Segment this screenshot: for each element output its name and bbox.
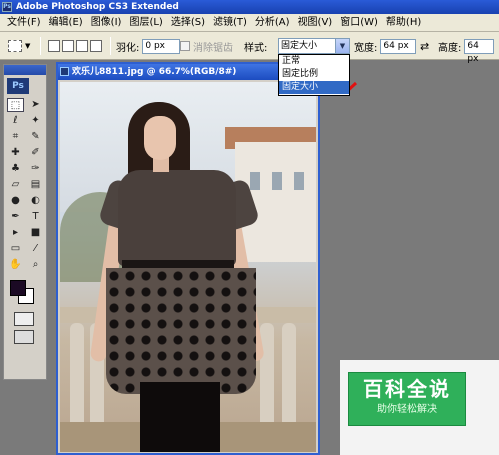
swap-arrows-icon: ⇄ — [420, 39, 430, 53]
feather-group: 羽化: 0 px — [116, 32, 181, 60]
magic-wand-tool-icon[interactable]: ✦ — [27, 114, 44, 128]
style-group: 样式: — [244, 32, 267, 60]
dodge-tool-icon[interactable]: ◐ — [27, 194, 44, 208]
image-canvas[interactable] — [60, 82, 316, 452]
eyedropper-tool-icon[interactable]: ⁄ — [27, 242, 44, 256]
width-label: 宽度: — [354, 42, 378, 54]
marquee-preset-icon — [8, 40, 22, 52]
slice-tool-icon[interactable]: ✎ — [27, 130, 44, 144]
baike-watermark-logo: 百科全说 助你轻松解决 — [348, 372, 466, 426]
photo-dress-top — [118, 170, 236, 266]
style-option-fixed-ratio[interactable]: 固定比例 — [279, 68, 349, 81]
height-input[interactable]: 64 px — [464, 38, 495, 64]
photo-window — [294, 172, 304, 190]
document-window: 欢乐儿8811.jpg @ 66.7%(RGB/8#) — [56, 62, 320, 455]
history-brush-tool-icon[interactable]: ✑ — [27, 162, 44, 176]
menu-image[interactable]: 图像(I) — [87, 14, 126, 32]
style-option-fixed-size[interactable]: 固定大小 — [279, 81, 349, 94]
photo-window — [272, 172, 282, 190]
width-input[interactable]: 64 px — [380, 38, 417, 54]
style-select-box[interactable]: 固定大小 ▼ — [278, 38, 350, 54]
foreground-color-swatch[interactable] — [10, 280, 26, 296]
color-swatches — [8, 278, 46, 306]
chevron-down-icon: ▼ — [25, 42, 31, 50]
antialias-label: 消除锯齿 — [193, 42, 233, 54]
toolbox-header[interactable] — [4, 65, 46, 75]
menu-layer[interactable]: 图层(L) — [125, 14, 166, 32]
style-option-normal[interactable]: 正常 — [279, 55, 349, 68]
menu-view[interactable]: 视图(V) — [294, 14, 337, 32]
intersect-selection-icon[interactable] — [90, 40, 102, 52]
clone-stamp-tool-icon[interactable]: ♣ — [7, 162, 24, 176]
menu-filter[interactable]: 滤镜(T) — [209, 14, 251, 32]
photo-window — [250, 172, 260, 190]
feather-input[interactable]: 0 px — [142, 38, 181, 54]
shape-tool-icon[interactable]: ■ — [27, 226, 44, 240]
photo-baluster — [70, 323, 84, 433]
crop-tool-icon[interactable]: ⌗ — [7, 130, 24, 144]
photo-polka-skirt — [106, 268, 256, 394]
swap-dimensions-button[interactable]: ⇄ — [420, 32, 429, 60]
blur-tool-icon[interactable]: ● — [7, 194, 24, 208]
new-selection-icon[interactable] — [48, 40, 60, 52]
ps-logo[interactable]: Ps — [7, 78, 29, 94]
document-title: 欢乐儿8811.jpg @ 66.7%(RGB/8#) — [72, 67, 237, 77]
hand-tool-icon[interactable]: ✋ — [7, 258, 24, 272]
style-dropdown-list: 正常 固定比例 固定大小 — [278, 54, 350, 96]
selection-mode-group — [48, 32, 102, 60]
photoshop-app-icon: Ps — [2, 2, 12, 12]
add-to-selection-icon[interactable] — [62, 40, 74, 52]
screen-mode-button[interactable] — [14, 330, 34, 344]
photo-face — [144, 116, 176, 160]
path-selection-tool-icon[interactable]: ▸ — [7, 226, 24, 240]
quick-mask-button[interactable] — [14, 312, 34, 326]
type-tool-icon[interactable]: T — [27, 210, 44, 224]
zoom-tool-icon[interactable]: ⌕ — [27, 258, 44, 272]
height-label: 高度: — [438, 42, 462, 54]
watermark-title: 百科全说 — [363, 377, 451, 401]
app-title-bar: Ps Adobe Photoshop CS3 Extended — [0, 0, 499, 14]
photo-baluster — [260, 323, 274, 433]
menu-select[interactable]: 选择(S) — [167, 14, 209, 32]
gradient-tool-icon[interactable]: ▤ — [27, 178, 44, 192]
feather-label: 羽化: — [116, 42, 140, 54]
menu-help[interactable]: 帮助(H) — [382, 14, 425, 32]
notes-tool-icon[interactable]: ▭ — [7, 242, 24, 256]
style-label: 样式: — [244, 42, 268, 54]
options-divider — [40, 37, 41, 55]
tool-preset-picker[interactable]: ▼ — [8, 32, 30, 60]
style-selected-value: 固定大小 — [281, 41, 318, 51]
healing-brush-tool-icon[interactable]: ✚ — [7, 146, 24, 160]
height-group: 高度: 64 px — [438, 32, 495, 64]
pen-tool-icon[interactable]: ✒ — [7, 210, 24, 224]
eraser-tool-icon[interactable]: ▱ — [7, 178, 24, 192]
menu-window[interactable]: 窗口(W) — [336, 14, 382, 32]
toolbox-panel: Ps ⬚ ➤ ℓ ✦ ⌗ ✎ ✚ ✐ ♣ ✑ ▱ ▤ ● ◐ ✒ T ▸ ■ ▭… — [3, 64, 47, 380]
document-icon — [60, 67, 69, 76]
options-bar: ▼ 羽化: 0 px 消除锯齿 样式: 固定大小 ▼ 宽度: 64 px ⇄ 高… — [0, 32, 499, 64]
menu-analysis[interactable]: 分析(A) — [251, 14, 294, 32]
menu-file[interactable]: 文件(F) — [3, 14, 45, 32]
menu-bar: 文件(F) 编辑(E) 图像(I) 图层(L) 选择(S) 滤镜(T) 分析(A… — [0, 14, 499, 32]
width-group: 宽度: 64 px — [354, 32, 417, 60]
watermark-subtitle: 助你轻松解决 — [377, 404, 437, 415]
lasso-tool-icon[interactable]: ℓ — [7, 114, 24, 128]
move-tool-icon[interactable]: ➤ — [27, 98, 44, 112]
menu-edit[interactable]: 编辑(E) — [45, 14, 87, 32]
app-title: Adobe Photoshop CS3 Extended — [16, 2, 179, 12]
rectangular-marquee-tool-icon[interactable]: ⬚ — [7, 98, 24, 112]
photo-baluster — [282, 323, 296, 433]
chevron-down-icon[interactable]: ▼ — [335, 39, 349, 53]
tool-grid: ⬚ ➤ ℓ ✦ ⌗ ✎ ✚ ✐ ♣ ✑ ▱ ▤ ● ◐ ✒ T ▸ ■ ▭ ⁄ … — [4, 98, 46, 272]
brush-tool-icon[interactable]: ✐ — [27, 146, 44, 160]
photo-legs — [140, 382, 220, 452]
antialias-checkbox[interactable] — [180, 41, 190, 51]
options-divider — [110, 37, 111, 55]
subtract-from-selection-icon[interactable] — [76, 40, 88, 52]
antialias-group: 消除锯齿 — [180, 32, 233, 60]
